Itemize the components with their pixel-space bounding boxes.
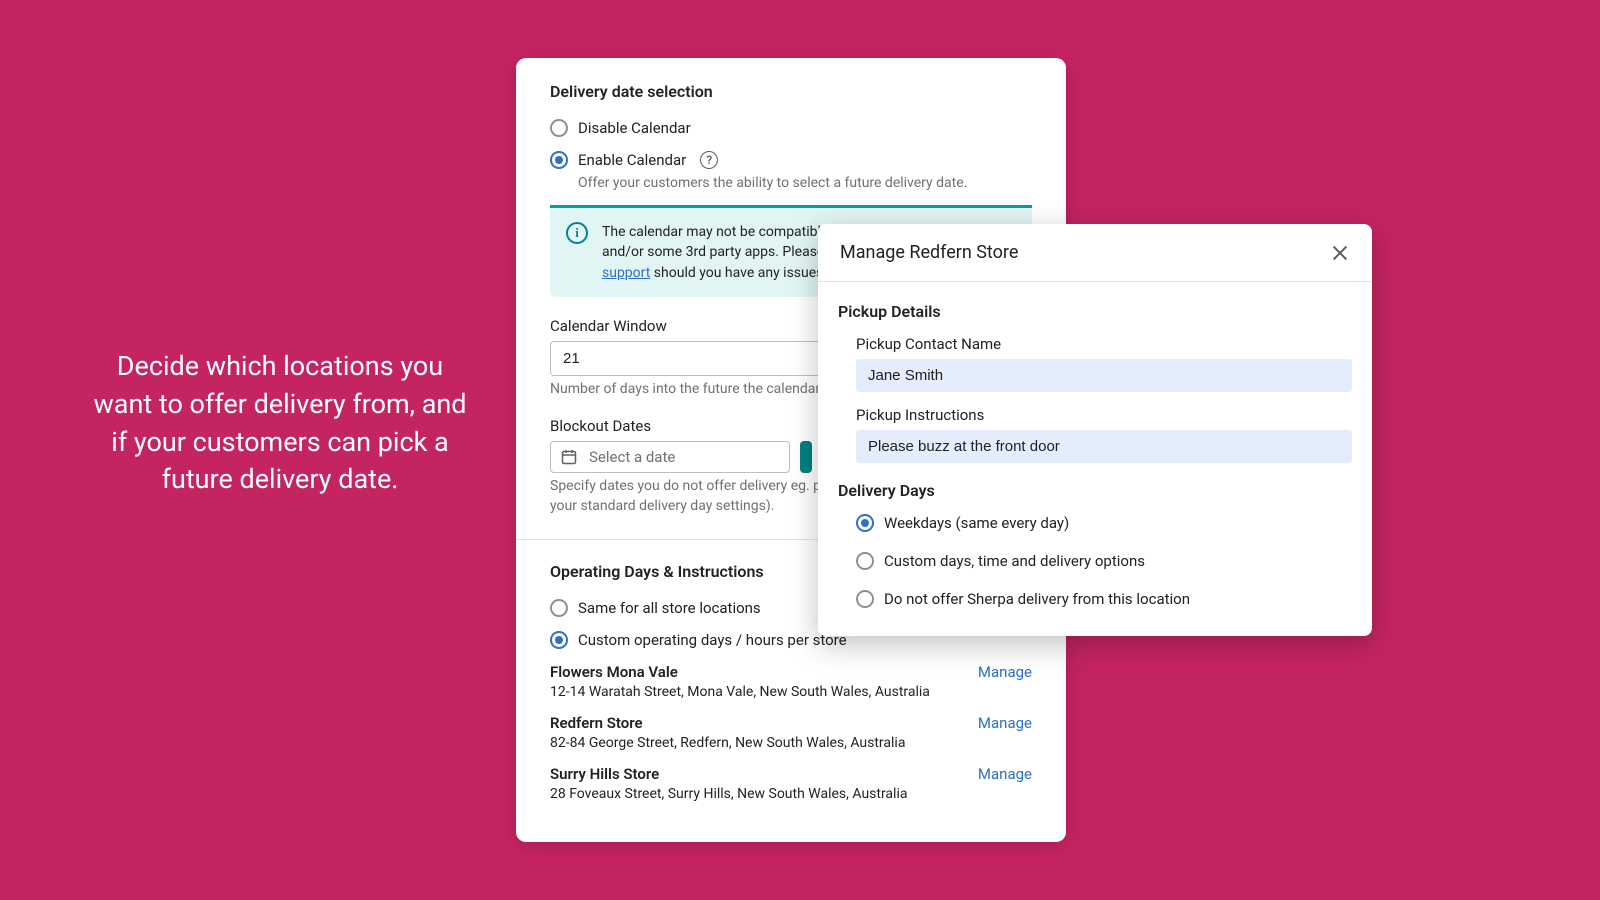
date-placeholder: Select a date xyxy=(589,448,675,466)
radio-no-delivery[interactable]: Do not offer Sherpa delivery from this l… xyxy=(856,590,1352,608)
banner-text: The calendar may not be compatible and/o… xyxy=(602,222,828,283)
store-address: 28 Foveaux Street, Surry Hills, New Sout… xyxy=(550,786,907,802)
radio-weekdays[interactable]: Weekdays (same every day) xyxy=(856,514,1352,532)
radio-icon xyxy=(550,119,568,137)
radio-icon xyxy=(550,631,568,649)
delivery-date-title: Delivery date selection xyxy=(550,82,1032,101)
radio-icon xyxy=(550,151,568,169)
pickup-details-title: Pickup Details xyxy=(838,302,1352,321)
store-row: Surry Hills Store 28 Foveaux Street, Sur… xyxy=(550,765,1032,802)
radio-label: Custom days, time and delivery options xyxy=(884,552,1145,570)
radio-label: Weekdays (same every day) xyxy=(884,514,1069,532)
info-icon: i xyxy=(566,222,588,244)
radio-icon xyxy=(856,590,874,608)
support-link[interactable]: support xyxy=(602,265,650,281)
radio-label: Enable Calendar xyxy=(578,151,686,169)
add-date-button[interactable] xyxy=(800,441,812,473)
contact-name-input[interactable] xyxy=(856,359,1352,392)
contact-name-label: Pickup Contact Name xyxy=(856,335,1352,353)
store-address: 82-84 George Street, Redfern, New South … xyxy=(550,735,905,751)
store-name: Surry Hills Store xyxy=(550,765,907,783)
store-row: Flowers Mona Vale 12-14 Waratah Street, … xyxy=(550,663,1032,700)
promo-text: Decide which locations you want to offer… xyxy=(85,348,475,499)
radio-label: Same for all store locations xyxy=(578,599,761,617)
close-icon[interactable] xyxy=(1330,243,1350,263)
calendar-icon xyxy=(561,449,577,465)
radio-icon xyxy=(550,599,568,617)
enable-help-text: Offer your customers the ability to sele… xyxy=(578,175,1032,191)
manage-link[interactable]: Manage xyxy=(978,663,1032,681)
radio-icon xyxy=(856,514,874,532)
radio-label: Disable Calendar xyxy=(578,119,691,137)
blockout-date-input[interactable]: Select a date xyxy=(550,441,790,473)
radio-disable-calendar[interactable]: Disable Calendar xyxy=(550,119,1032,137)
radio-label: Custom operating days / hours per store xyxy=(578,631,847,649)
store-row: Redfern Store 82-84 George Street, Redfe… xyxy=(550,714,1032,751)
instructions-input[interactable] xyxy=(856,430,1352,463)
store-name: Redfern Store xyxy=(550,714,905,732)
radio-custom-days[interactable]: Custom days, time and delivery options xyxy=(856,552,1352,570)
radio-enable-calendar[interactable]: Enable Calendar ? xyxy=(550,151,1032,169)
manage-link[interactable]: Manage xyxy=(978,765,1032,783)
radio-label: Do not offer Sherpa delivery from this l… xyxy=(884,590,1190,608)
instructions-label: Pickup Instructions xyxy=(856,406,1352,424)
store-name: Flowers Mona Vale xyxy=(550,663,930,681)
manage-link[interactable]: Manage xyxy=(978,714,1032,732)
delivery-days-title: Delivery Days xyxy=(838,481,1352,500)
store-address: 12-14 Waratah Street, Mona Vale, New Sou… xyxy=(550,684,930,700)
manage-store-modal: Manage Redfern Store Pickup Details Pick… xyxy=(818,224,1372,636)
radio-icon xyxy=(856,552,874,570)
help-icon[interactable]: ? xyxy=(700,151,718,169)
modal-title: Manage Redfern Store xyxy=(840,242,1018,263)
